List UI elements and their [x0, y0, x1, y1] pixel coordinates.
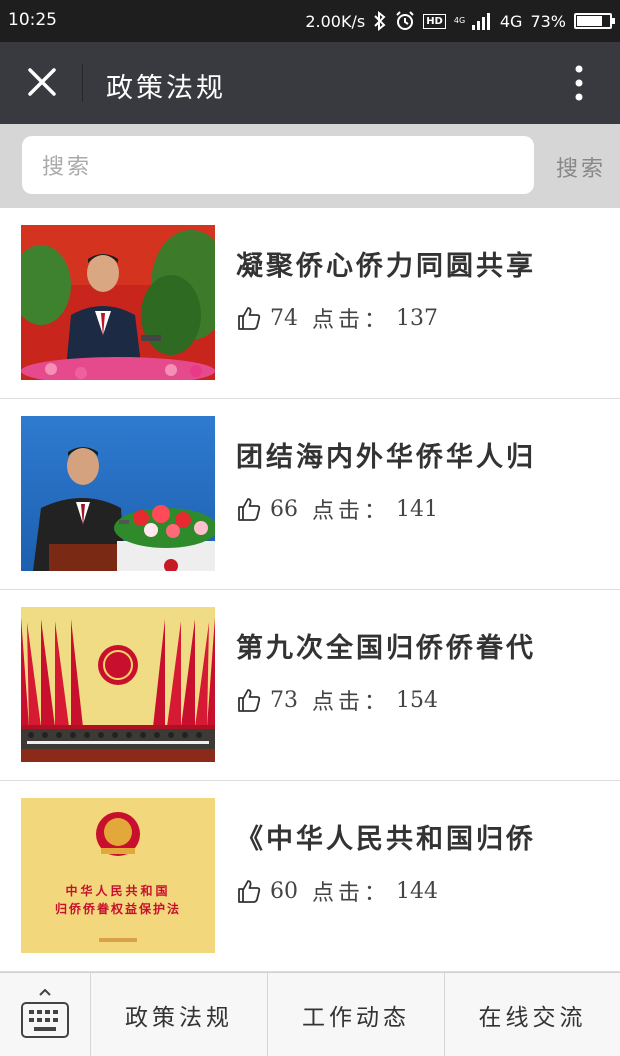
- article-meta: 60 点击： 144: [236, 875, 438, 907]
- battery-percent: 73%: [530, 11, 566, 31]
- page-title: 政策法规: [106, 73, 226, 104]
- like-count: 66: [270, 496, 298, 522]
- book-title-line1: 中华人民共和国: [65, 884, 171, 898]
- article-meta: 66 点击： 141: [236, 493, 438, 525]
- bottom-tab-bar: 政策法规 工作动态 在线交流: [0, 972, 620, 1056]
- speaker-photo: [21, 416, 215, 571]
- conference-photo: [21, 607, 215, 762]
- list-item[interactable]: 团结海内外华侨华人归 66 点击： 141: [0, 399, 620, 590]
- article-meta: 73 点击： 154: [236, 684, 438, 716]
- tab-online-chat[interactable]: 在线交流: [445, 973, 620, 1056]
- more-vertical-icon: [575, 65, 583, 101]
- article-thumbnail: [21, 607, 215, 762]
- search-bar: 搜索 搜索: [0, 124, 620, 208]
- status-time: 10:25: [8, 10, 57, 30]
- tab-policies[interactable]: 政策法规: [91, 973, 268, 1056]
- thumbs-up-icon[interactable]: [236, 687, 262, 713]
- click-count: 141: [396, 496, 439, 522]
- small-4g-label: 4G: [453, 16, 466, 25]
- network-type: 4G: [499, 11, 523, 31]
- speaker-photo: [21, 225, 215, 380]
- net-speed: 2.00K/s: [305, 11, 366, 31]
- title-divider: [82, 64, 83, 102]
- status-icons: 2.00K/s HD 4G 4G 73%: [305, 9, 615, 33]
- thumbs-up-icon[interactable]: [236, 305, 262, 331]
- thumbs-up-icon[interactable]: [236, 496, 262, 522]
- book-cover-image: [21, 798, 215, 953]
- like-count: 73: [270, 687, 298, 713]
- like-count: 60: [270, 878, 298, 904]
- click-label: 点击：: [312, 690, 391, 715]
- article-title: 团结海内外华侨华人归: [236, 442, 536, 473]
- keyboard-toggle-button[interactable]: [0, 973, 91, 1056]
- signal-icon: [471, 13, 490, 30]
- battery-level: [577, 16, 602, 26]
- list-item[interactable]: 凝聚侨心侨力同圆共享 74 点击： 137: [0, 208, 620, 399]
- click-label: 点击：: [312, 881, 391, 906]
- close-button[interactable]: [22, 62, 62, 102]
- bluetooth-icon: [374, 11, 386, 31]
- keyboard-icon: [21, 989, 69, 1038]
- click-label: 点击：: [312, 308, 391, 333]
- click-count: 154: [396, 687, 439, 713]
- click-count: 137: [396, 305, 439, 331]
- article-thumbnail: 中华人民共和国 归侨侨眷权益保护法: [21, 798, 215, 953]
- alarm-icon: [396, 11, 414, 30]
- article-thumbnail: [21, 225, 215, 380]
- like-count: 74: [270, 305, 298, 331]
- battery-icon: [574, 13, 615, 29]
- article-title: 凝聚侨心侨力同圆共享: [236, 251, 536, 282]
- title-bar: 政策法规: [0, 42, 620, 124]
- click-label: 点击：: [312, 499, 391, 524]
- article-thumbnail: [21, 416, 215, 571]
- article-title: 第九次全国归侨侨眷代: [236, 633, 536, 664]
- close-icon: [28, 68, 56, 96]
- article-meta: 74 点击： 137: [236, 302, 438, 334]
- more-button[interactable]: [562, 60, 596, 106]
- hd-badge: HD: [423, 13, 446, 29]
- thumbs-up-icon[interactable]: [236, 878, 262, 904]
- tab-work-updates[interactable]: 工作动态: [268, 973, 445, 1056]
- list-item[interactable]: 中华人民共和国 归侨侨眷权益保护法 《中华人民共和国归侨 60 点击： 144: [0, 781, 620, 972]
- search-input[interactable]: 搜索: [22, 136, 534, 194]
- list-item[interactable]: 第九次全国归侨侨眷代 73 点击： 154: [0, 590, 620, 781]
- article-title: 《中华人民共和国归侨: [236, 824, 536, 855]
- search-button[interactable]: 搜索: [556, 151, 606, 183]
- status-bar: 10:25 2.00K/s HD 4G 4G 73%: [0, 0, 620, 42]
- book-title-line2: 归侨侨眷权益保护法: [54, 902, 181, 916]
- click-count: 144: [396, 878, 439, 904]
